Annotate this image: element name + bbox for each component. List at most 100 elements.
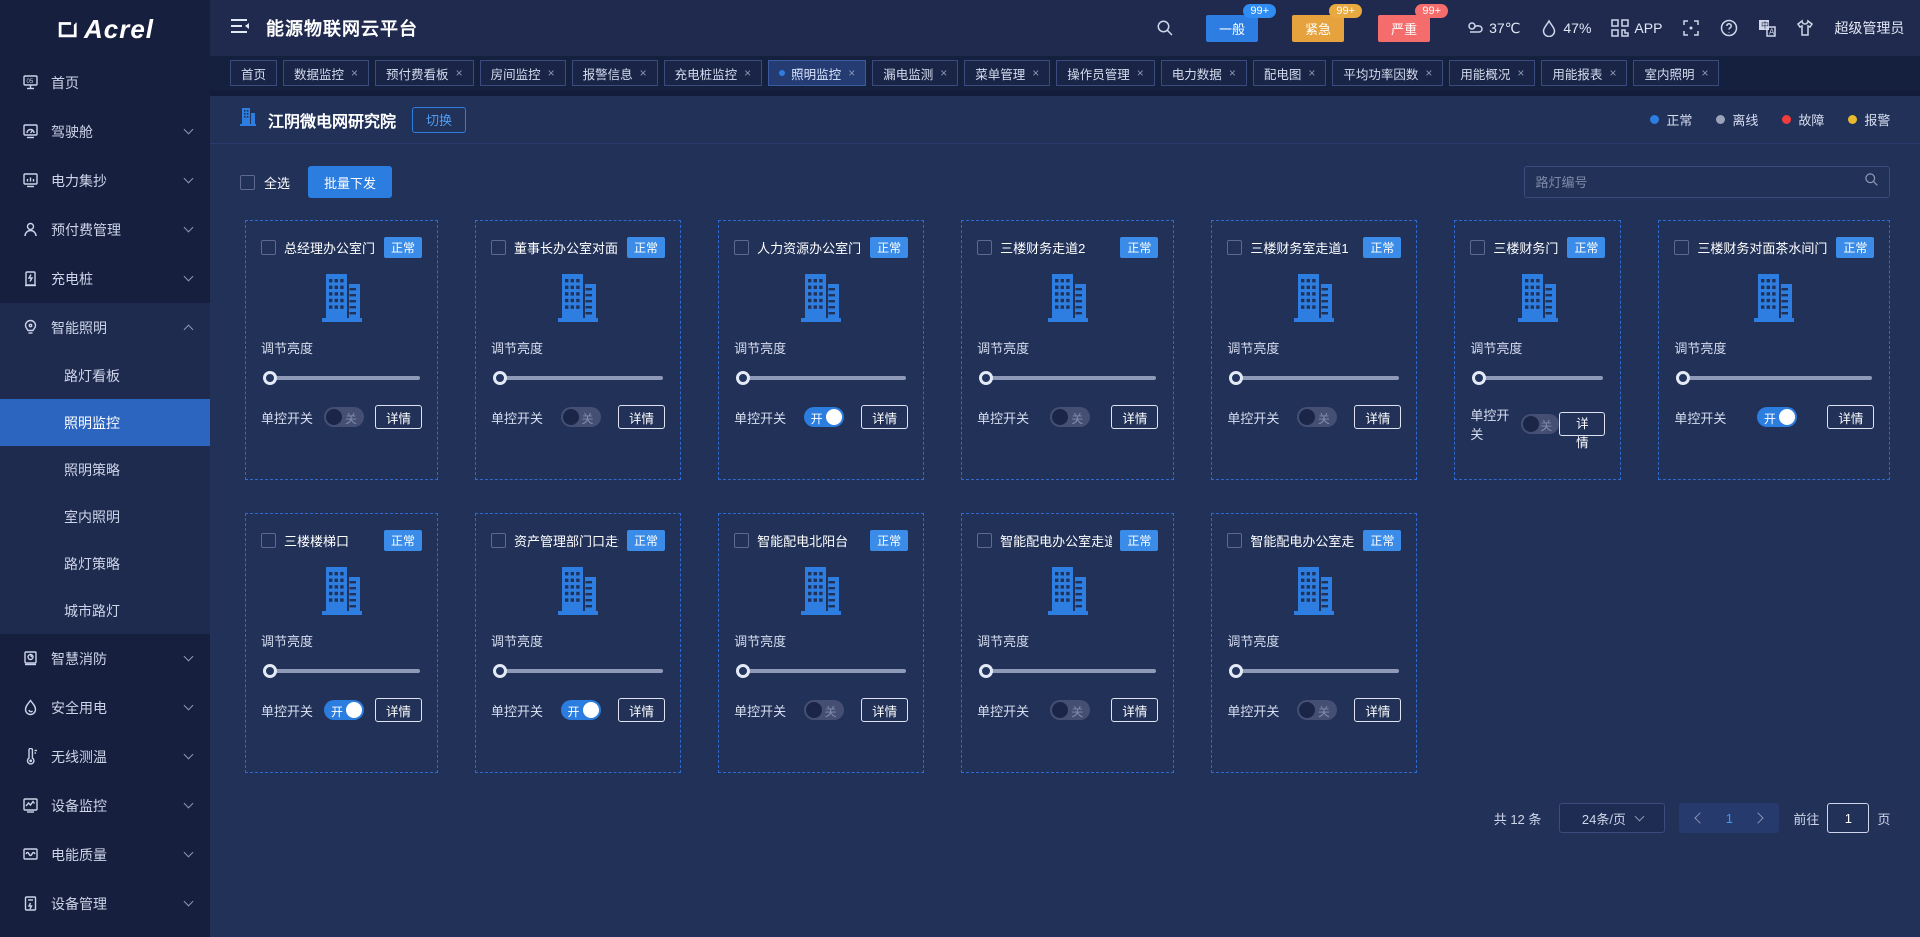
sidebar-subitem[interactable]: 照明策略 xyxy=(0,446,210,493)
detail-button[interactable]: 详情 xyxy=(861,698,909,722)
sidebar-item-home[interactable]: 05 首页 xyxy=(0,58,210,107)
tab-close-icon[interactable]: × xyxy=(744,66,751,80)
device-checkbox[interactable] xyxy=(734,240,750,255)
tab-close-icon[interactable]: × xyxy=(1308,66,1315,80)
tab-1[interactable]: 数据监控 × xyxy=(283,60,370,86)
detail-button[interactable]: 详情 xyxy=(1111,698,1159,722)
power-toggle[interactable]: 关 xyxy=(803,700,844,720)
detail-button[interactable]: 详情 xyxy=(618,698,666,722)
device-checkbox[interactable] xyxy=(261,240,276,255)
device-checkbox[interactable] xyxy=(491,533,507,548)
device-checkbox[interactable] xyxy=(1674,240,1690,255)
brightness-slider[interactable] xyxy=(493,664,664,678)
tab-close-icon[interactable]: × xyxy=(1137,66,1144,80)
brightness-slider[interactable] xyxy=(1676,371,1873,385)
theme-shirt-icon[interactable] xyxy=(1796,19,1814,37)
detail-button[interactable]: 详情 xyxy=(861,405,909,429)
power-toggle[interactable]: 关 xyxy=(560,407,601,427)
device-checkbox[interactable] xyxy=(261,533,276,548)
detail-button[interactable]: 详情 xyxy=(375,698,423,722)
slider-handle[interactable] xyxy=(736,371,751,385)
sidebar-item-charger[interactable]: 充电桩 xyxy=(0,254,210,303)
brightness-slider[interactable] xyxy=(736,371,907,385)
slider-handle[interactable] xyxy=(493,664,508,678)
tab-13[interactable]: 用能概况 × xyxy=(1449,60,1536,86)
sidebar-subitem[interactable]: 路灯看板 xyxy=(0,352,210,399)
search-icon[interactable] xyxy=(1156,19,1174,37)
detail-button[interactable]: 详情 xyxy=(618,405,666,429)
device-checkbox[interactable] xyxy=(1470,240,1486,255)
power-toggle[interactable]: 开 xyxy=(324,700,365,720)
tab-12[interactable]: 平均功率因数 × xyxy=(1332,60,1444,86)
slider-handle[interactable] xyxy=(979,371,994,385)
sidebar-item-flame[interactable]: 安全用电 xyxy=(0,683,210,732)
sidebar-item-meter[interactable]: 电力集抄 xyxy=(0,156,210,205)
brightness-slider[interactable] xyxy=(1229,664,1400,678)
slider-handle[interactable] xyxy=(1229,664,1244,678)
tab-close-icon[interactable]: × xyxy=(1517,66,1524,80)
app-qr[interactable]: APP xyxy=(1611,19,1662,37)
brightness-slider[interactable] xyxy=(1229,371,1400,385)
sidebar-item-fire[interactable]: 智慧消防 xyxy=(0,634,210,683)
device-checkbox[interactable] xyxy=(1227,533,1243,548)
tab-4[interactable]: 报警信息 × xyxy=(571,60,658,86)
tab-close-icon[interactable]: × xyxy=(1229,66,1236,80)
sidebar-item-monitor[interactable]: 设备监控 xyxy=(0,781,210,830)
tab-close-icon[interactable]: × xyxy=(848,66,855,80)
detail-button[interactable]: 详情 xyxy=(1559,412,1606,450)
tab-close-icon[interactable]: × xyxy=(1032,66,1039,80)
slider-handle[interactable] xyxy=(1472,371,1487,385)
tab-close-icon[interactable]: × xyxy=(456,66,463,80)
language-icon[interactable]: 中A xyxy=(1758,19,1777,37)
current-user[interactable]: 超级管理员 xyxy=(1834,18,1904,38)
next-page-button[interactable] xyxy=(1743,803,1773,833)
current-page[interactable]: 1 xyxy=(1715,811,1743,826)
power-toggle[interactable]: 关 xyxy=(1050,407,1091,427)
power-toggle[interactable]: 关 xyxy=(1296,700,1337,720)
sidebar-item-device[interactable]: 设备管理 xyxy=(0,879,210,928)
tab-7[interactable]: 漏电监测 × xyxy=(872,60,959,86)
brightness-slider[interactable] xyxy=(493,371,664,385)
select-all-checkbox[interactable] xyxy=(240,174,255,190)
search-input-icon[interactable] xyxy=(1864,172,1879,192)
sidebar-subitem[interactable]: 路灯策略 xyxy=(0,540,210,587)
device-checkbox[interactable] xyxy=(1227,240,1243,255)
sidebar-item-user[interactable]: 预付费管理 xyxy=(0,205,210,254)
detail-button[interactable]: 详情 xyxy=(1354,698,1402,722)
device-checkbox[interactable] xyxy=(491,240,507,255)
fullscreen-icon[interactable] xyxy=(1682,19,1700,37)
tab-0[interactable]: 首页 xyxy=(230,60,278,86)
detail-button[interactable]: 详情 xyxy=(1827,405,1875,429)
tab-close-icon[interactable]: × xyxy=(1701,66,1708,80)
switch-site-button[interactable]: 切换 xyxy=(412,106,467,133)
sidebar-item-cockpit[interactable]: 驾驶舱 xyxy=(0,107,210,156)
tab-15[interactable]: 室内照明 × xyxy=(1633,60,1720,86)
detail-button[interactable]: 详情 xyxy=(1111,405,1159,429)
goto-page-input[interactable] xyxy=(1827,803,1870,833)
detail-button[interactable]: 详情 xyxy=(1354,405,1402,429)
device-checkbox[interactable] xyxy=(977,533,993,548)
alarm-level-button-1[interactable]: 紧急 99+ xyxy=(1292,3,1363,42)
slider-handle[interactable] xyxy=(1676,371,1691,385)
tab-9[interactable]: 操作员管理 × xyxy=(1056,60,1155,86)
power-toggle[interactable]: 关 xyxy=(324,407,365,427)
tab-close-icon[interactable]: × xyxy=(640,66,647,80)
tab-14[interactable]: 用能报表 × xyxy=(1541,60,1628,86)
brightness-slider[interactable] xyxy=(1472,371,1604,385)
slider-handle[interactable] xyxy=(736,664,751,678)
sidebar-subitem[interactable]: 室内照明 xyxy=(0,493,210,540)
alarm-level-button-0[interactable]: 一般 99+ xyxy=(1206,3,1277,42)
power-toggle[interactable]: 关 xyxy=(1520,414,1560,434)
power-toggle[interactable]: 开 xyxy=(803,407,844,427)
tab-close-icon[interactable]: × xyxy=(1425,66,1432,80)
device-checkbox[interactable] xyxy=(734,533,750,548)
page-size-select[interactable]: 24条/页 xyxy=(1559,803,1666,833)
tab-10[interactable]: 电力数据 × xyxy=(1160,60,1247,86)
lamp-search-input[interactable] xyxy=(1535,174,1865,190)
prev-page-button[interactable] xyxy=(1685,803,1715,833)
tab-2[interactable]: 预付费看板 × xyxy=(375,60,474,86)
tab-5[interactable]: 充电桩监控 × xyxy=(663,60,763,86)
sidebar-item-bulb[interactable]: 智能照明 xyxy=(0,303,210,352)
slider-handle[interactable] xyxy=(493,371,508,385)
power-toggle[interactable]: 开 xyxy=(560,700,601,720)
